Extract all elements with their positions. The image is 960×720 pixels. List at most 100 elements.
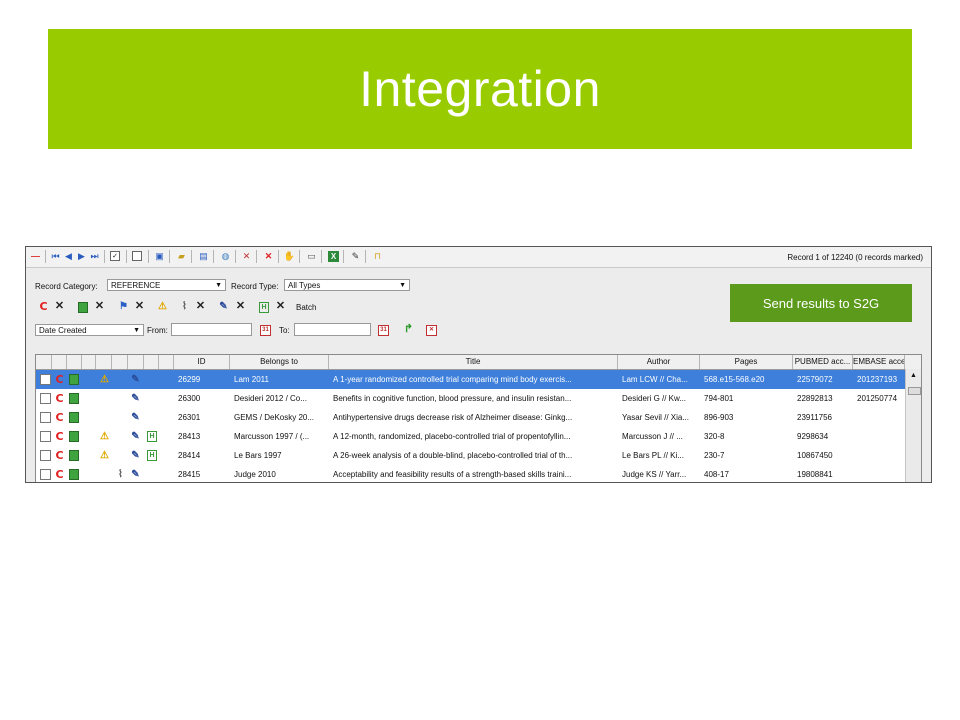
remove-c-icon[interactable]: ✕ <box>54 301 65 312</box>
c-icon: C <box>55 430 64 443</box>
remove-link-icon[interactable]: ✕ <box>235 301 246 312</box>
col-icon[interactable] <box>52 355 67 369</box>
cell-embase <box>853 465 905 482</box>
col-icon[interactable] <box>159 355 174 369</box>
cell-pages: 794-801 <box>704 394 734 403</box>
table-row[interactable]: C ⚠ ✎ H 28413 Marcusson 1997 / (... A 12-month… <box>36 427 905 446</box>
calendar-icon[interactable]: 31 <box>260 325 271 336</box>
remove-book-icon[interactable]: ✕ <box>94 301 105 312</box>
save-icon[interactable]: ▤ <box>198 251 209 262</box>
table-row[interactable]: C ✎ 26300 Desideri 2012 / Co... Benefits in … <box>36 389 905 408</box>
separator <box>45 250 46 263</box>
row-checkbox[interactable] <box>40 450 51 461</box>
col-belongs-to[interactable]: Belongs to <box>230 355 329 369</box>
col-icon[interactable] <box>144 355 159 369</box>
c-icon: C <box>55 411 64 424</box>
table-row[interactable]: C ⚠ ✎ H 28414 Le Bars 1997 A 26-week analysis … <box>36 446 905 465</box>
prev-icon[interactable]: ◀ <box>63 251 74 262</box>
cell-pubmed: 22579072 <box>797 375 833 384</box>
paperclip-icon[interactable]: ⌇ <box>179 301 190 312</box>
cell-author: Desideri G // Kw... <box>622 394 687 403</box>
book-icon[interactable] <box>78 302 88 313</box>
cell-belongs-to: Marcusson 1997 / (... <box>234 432 310 441</box>
col-icon[interactable] <box>128 355 144 369</box>
lock-icon[interactable]: ⊓ <box>372 251 383 262</box>
to-label: To: <box>279 326 290 335</box>
col-pages[interactable]: Pages <box>700 355 793 369</box>
cancel-icon[interactable]: ✕ <box>263 251 274 262</box>
cell-pages: 230-7 <box>704 451 725 460</box>
refresh-icon[interactable]: ↱ <box>403 324 414 335</box>
edit-icon[interactable]: ✎ <box>350 251 361 262</box>
record-category-select[interactable]: REFERENCE ▼ <box>107 279 226 291</box>
row-checkbox[interactable] <box>40 431 51 442</box>
last-icon[interactable]: ⏭ <box>89 251 100 262</box>
first-icon[interactable]: ⏮ <box>50 251 61 262</box>
title-banner: Integration <box>48 29 912 149</box>
link-icon[interactable]: ✎ <box>218 301 229 312</box>
cell-author: Lam LCW // Cha... <box>622 375 688 384</box>
send-to-s2g-button[interactable]: Send results to S2G <box>730 284 912 322</box>
remove-paperclip-icon[interactable]: ✕ <box>195 301 206 312</box>
remove-h-icon[interactable]: ✕ <box>275 301 286 312</box>
link-icon: ✎ <box>131 374 140 385</box>
link-icon: ✎ <box>131 431 140 442</box>
col-title[interactable]: Title <box>329 355 618 369</box>
tools-icon[interactable]: ✕ <box>241 251 252 262</box>
folder-icon[interactable]: ▰ <box>176 251 187 262</box>
cell-title: A 12-month, randomized, placebo-controll… <box>333 432 571 441</box>
to-date-input[interactable] <box>294 323 371 336</box>
separator <box>365 250 366 263</box>
table-header: ID Belongs to Title Author Pages PUBMED … <box>36 355 921 370</box>
link-icon: ✎ <box>131 450 140 461</box>
check-icon[interactable]: ✓ <box>110 251 120 261</box>
cell-embase: 201250774 <box>857 394 898 403</box>
col-icon[interactable] <box>67 355 82 369</box>
globe-icon[interactable]: ◍ <box>220 251 231 262</box>
uncheck-icon[interactable] <box>132 251 142 261</box>
c-icon: C <box>55 373 64 386</box>
col-embase[interactable]: EMBASE acce <box>853 355 905 369</box>
book-icon <box>69 469 79 480</box>
c-icon[interactable]: C <box>38 301 49 312</box>
record-type-select[interactable]: All Types ▼ <box>284 279 410 291</box>
table-row[interactable]: C ✎ 26301 GEMS / DeKosky 20... Antihypertens… <box>36 408 905 427</box>
clear-dates-icon[interactable]: ✕ <box>426 325 437 336</box>
vertical-scrollbar[interactable]: ▲ <box>905 369 921 482</box>
warning-icon[interactable]: ⚠ <box>157 301 168 312</box>
next-icon[interactable]: ▶ <box>76 251 87 262</box>
table-row[interactable]: C ⌇ ✎ 28415 Judge 2010 Acceptability and feas… <box>36 465 905 482</box>
scroll-up-icon[interactable]: ▲ <box>906 372 921 379</box>
calendar-icon[interactable]: 31 <box>378 325 389 336</box>
h-icon[interactable]: H <box>259 302 269 313</box>
row-checkbox[interactable] <box>40 469 51 480</box>
batch-label[interactable]: Batch <box>296 303 316 312</box>
col-icon[interactable] <box>112 355 128 369</box>
hand-icon[interactable]: ✋ <box>284 251 295 262</box>
cell-author: Yasar Sevil // Xia... <box>622 413 689 422</box>
excel-icon[interactable]: X <box>328 251 339 262</box>
date-field-select[interactable]: Date Created ▼ <box>35 324 144 336</box>
col-check[interactable] <box>36 355 52 369</box>
print-icon[interactable]: ▭ <box>306 251 317 262</box>
from-date-input[interactable] <box>171 323 252 336</box>
table-row[interactable]: C ⚠ ✎ 26299 Lam 2011 A 1-year randomized cont… <box>36 370 905 389</box>
row-checkbox[interactable] <box>40 393 51 404</box>
remove-flag-icon[interactable]: ✕ <box>134 301 145 312</box>
col-icon[interactable] <box>96 355 112 369</box>
cell-pages: 320-8 <box>704 432 725 441</box>
separator <box>191 250 192 263</box>
col-pubmed[interactable]: PUBMED acc... <box>793 355 853 369</box>
delete-icon[interactable]: — <box>30 251 41 262</box>
row-checkbox[interactable] <box>40 374 51 385</box>
separator <box>104 250 105 263</box>
row-checkbox[interactable] <box>40 412 51 423</box>
col-icon[interactable] <box>82 355 96 369</box>
col-id[interactable]: ID <box>174 355 230 369</box>
form-icon[interactable]: ▣ <box>154 251 165 262</box>
scroll-thumb[interactable] <box>908 387 921 395</box>
slide-title: Integration <box>359 61 601 117</box>
flag-icon[interactable]: ⚑ <box>118 301 129 312</box>
app-window: — ⏮ ◀ ▶ ⏭ ✓ ▣ ▰ ▤ ◍ ✕ ✕ ✋ ▭ X ✎ ⊓ Record… <box>25 246 932 483</box>
col-author[interactable]: Author <box>618 355 700 369</box>
